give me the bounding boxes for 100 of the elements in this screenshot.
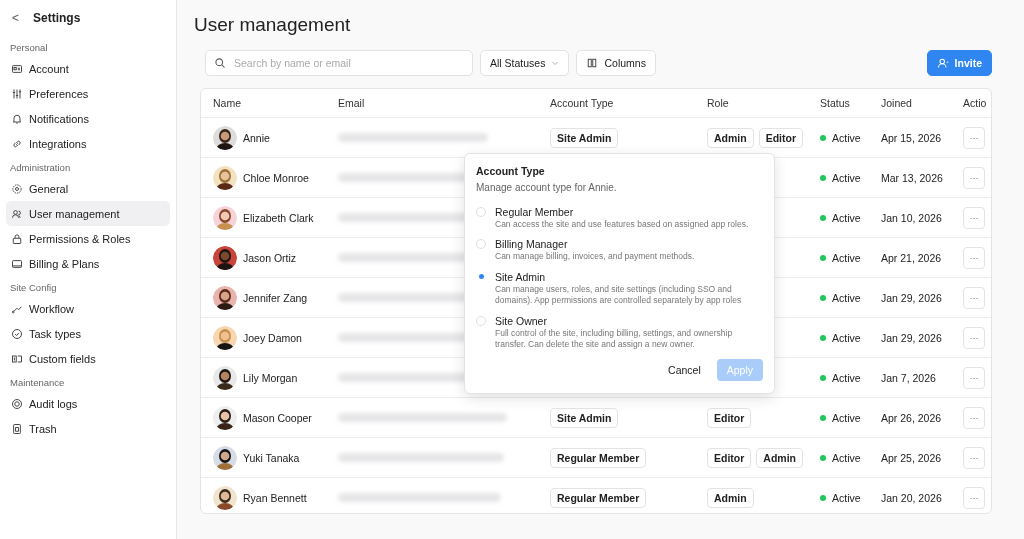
search-field[interactable]: Search by name or email [205,50,473,76]
column-header: Email [338,97,366,109]
target-icon [11,397,23,410]
avatar [213,245,237,270]
status-dropdown[interactable]: All Statuses [480,50,570,76]
avatar [213,205,237,230]
status-text: Active [832,131,861,144]
lock-icon [11,232,23,245]
section-label: Personal [9,41,49,55]
joined-date: Jan 29, 2026 [881,291,943,304]
account-type-tag[interactable]: Regular Member [550,447,647,468]
user-name: Lily Morgan [243,371,298,384]
status-dot [820,374,826,381]
sidebar-item[interactable]: Billing & Plans [6,251,170,276]
back-button[interactable]: < [12,11,19,25]
option-description: Can access the site and use features based on assigned app roles. [495,219,749,231]
more-button[interactable]: ··· [963,366,985,389]
role-tag: Editor [758,127,803,148]
sidebar-item[interactable]: Custom fields [6,346,170,371]
sidebar-item[interactable]: Task types [6,321,170,346]
card-icon [11,257,23,270]
user-name: Yuki Tanaka [243,451,300,464]
status-dot [820,334,826,341]
sidebar-item[interactable]: Account [6,56,170,81]
trash-icon [11,422,23,435]
check-circle-icon [11,327,23,340]
column-header: Role [707,97,730,109]
user-name: Chloe Monroe [243,171,309,184]
sidebar-item[interactable]: User management [6,201,170,226]
sidebar-item[interactable]: General [6,176,170,201]
joined-date: Apr 26, 2026 [881,411,943,424]
joined-date: Apr 21, 2026 [881,251,943,264]
joined-date: Apr 25, 2026 [881,451,943,464]
status-text: Active [832,411,861,424]
sidebar-item[interactable]: Permissions & Roles [6,226,170,251]
option-description: Full control of the site, including billing, settings, and ownership transfer. Can delete the site and assign a new owner. [495,327,734,351]
status-dot [820,174,826,181]
role-tag: Editor [707,407,752,428]
more-button[interactable]: ··· [963,406,985,429]
field-icon [11,352,23,365]
id-card-icon [11,62,23,75]
status-dot [820,134,826,141]
role-tag: Editor [707,447,752,468]
joined-date: Jan 20, 2026 [881,491,943,504]
status-dot [820,254,826,261]
option-label: Site Admin [495,270,547,283]
status-dot [820,454,826,461]
account-type-tag[interactable]: Regular Member [550,487,647,508]
columns-icon [586,57,599,69]
more-button[interactable]: ··· [963,206,985,229]
column-header: Joined [881,97,913,109]
role-tag: Admin [707,127,754,148]
avatar [213,165,237,190]
status-text: Active [832,451,861,464]
account-type-tag[interactable]: Site Admin [550,127,619,148]
status-dot [820,414,826,421]
more-button[interactable]: ··· [963,246,985,269]
user-name: Jason Ortiz [243,251,297,264]
avatar [213,445,237,470]
account-type-tag[interactable]: Site Admin [550,407,619,428]
sliders-icon [11,87,23,100]
sidebar-item[interactable]: Notifications [6,106,170,131]
page-title: User management [194,14,351,36]
status-text: Active [832,371,861,384]
sidebar-title: Settings [33,11,81,25]
more-button[interactable]: ··· [963,126,985,149]
column-header: Account Type [550,97,615,109]
cancel-button[interactable]: Cancel [662,358,707,381]
more-button[interactable]: ··· [963,166,985,189]
more-button[interactable]: ··· [963,446,985,469]
column-header: Status [820,97,851,109]
user-name: Joey Damon [243,331,302,344]
users-icon [11,207,23,220]
sidebar-item[interactable]: Integrations [6,131,170,156]
more-button[interactable]: ··· [963,286,985,309]
sidebar-item[interactable]: Preferences [6,81,170,106]
joined-date: Mar 13, 2026 [881,171,944,184]
popover-title: Account Type [476,165,546,177]
option-label: Billing Manager [495,238,569,251]
sidebar-item[interactable]: Audit logs [6,391,170,416]
column-header: Actio [963,97,988,109]
more-button[interactable]: ··· [963,486,985,509]
user-name: Elizabeth Clark [243,211,314,224]
user-name: Mason Cooper [243,411,312,424]
link-icon [11,137,23,150]
invite-button[interactable]: Invite [926,50,992,76]
role-tag: Admin [756,447,803,468]
more-button[interactable]: ··· [963,326,985,349]
status-dot [820,494,826,501]
user-name: Jennifer Zang [243,291,308,304]
sidebar-item[interactable]: Workflow [6,296,170,321]
sidebar-item[interactable]: Trash [6,416,170,441]
avatar [213,285,237,310]
add-user-icon [936,57,949,69]
columns-button[interactable]: Columns [576,50,656,76]
option-description: Can manage billing, invoices, and payment methods. [495,251,695,263]
option-description: Can manage users, roles, and site settings (including SSO and domains). App permissions are controlled separately by app roles [495,283,743,307]
avatar [213,125,237,150]
user-name: Annie [243,131,270,144]
option-label: Site Owner [495,314,548,327]
